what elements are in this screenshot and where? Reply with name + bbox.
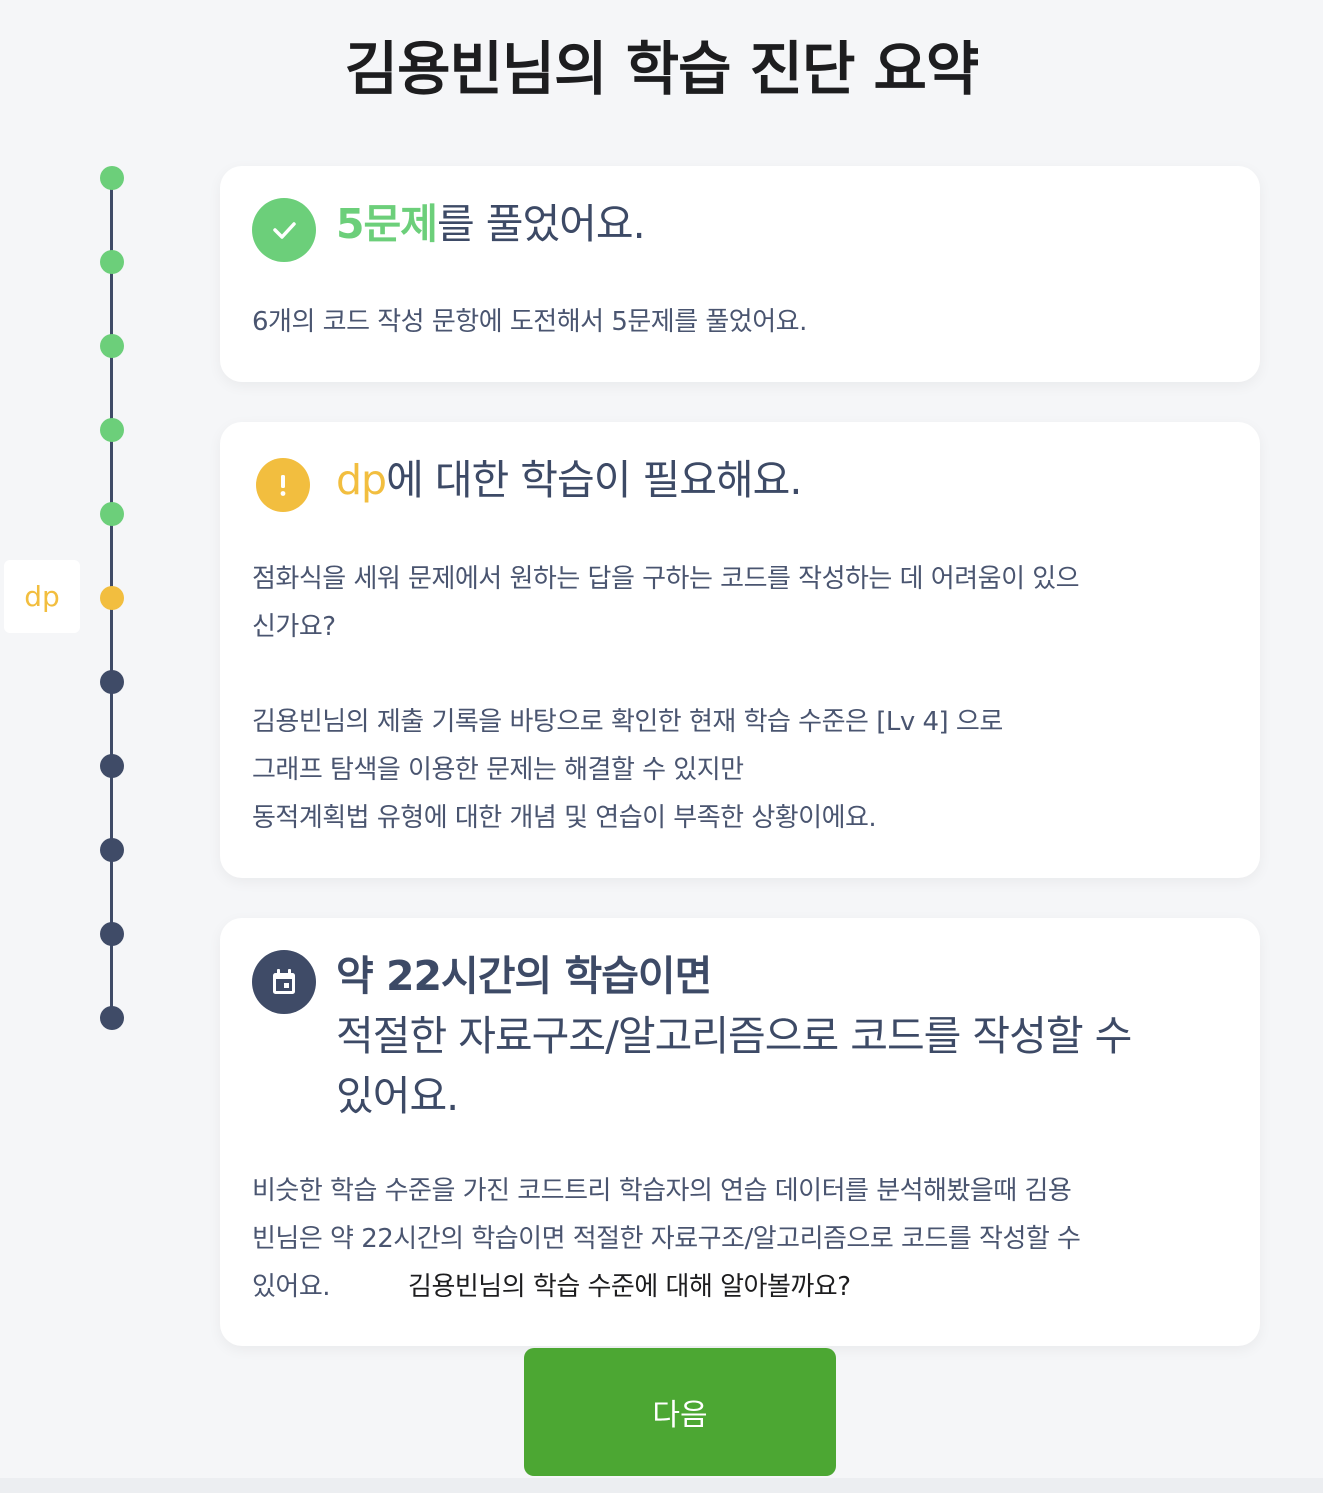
timeline-dot-complete xyxy=(100,418,124,442)
study-estimate-heading: 약 22시간의 학습이면 적절한 자료구조/알고리즘으로 코드를 작성할 수 있… xyxy=(336,952,1132,1120)
solved-count: 5문제 xyxy=(336,200,438,248)
timeline-dot-pending xyxy=(100,754,124,778)
weak-topic-name: dp xyxy=(336,456,387,504)
weak-topic-description: 점화식을 세워 문제에서 원하는 답을 구하는 코드를 작성하는 데 어려움이 … xyxy=(252,564,1080,833)
solved-summary-card: 5문제를 풀었어요. 6개의 코드 작성 문항에 도전해서 5문제를 풀었어요. xyxy=(220,166,1260,382)
solved-heading: 5문제를 풀었어요. xyxy=(336,200,646,248)
study-estimate-card: 약 22시간의 학습이면 적절한 자료구조/알고리즘으로 코드를 작성할 수 있… xyxy=(220,918,1260,1346)
timeline-dot-pending xyxy=(100,1006,124,1030)
study-estimate-description: 비슷한 학습 수준을 가진 코드트리 학습자의 연습 데이터를 분석해봤을때 김… xyxy=(252,1176,1081,1302)
timeline-dot-complete xyxy=(100,166,124,190)
next-button[interactable]: 다음 xyxy=(524,1348,836,1476)
exclamation-circle-icon xyxy=(256,458,310,512)
weak-topic-heading: dp에 대한 학습이 필요해요. xyxy=(336,456,802,504)
timeline-dot-complete xyxy=(100,250,124,274)
page-title: 김용빈님의 학습 진단 요약 xyxy=(344,35,980,103)
timeline-dot-current xyxy=(100,586,124,610)
current-topic-tag[interactable]: dp xyxy=(4,560,80,633)
timeline-dot-pending xyxy=(100,838,124,862)
timeline-dot-pending xyxy=(100,670,124,694)
solved-description: 6개의 코드 작성 문항에 도전해서 5문제를 풀었어요. xyxy=(252,307,807,337)
timeline-dot-complete xyxy=(100,502,124,526)
bottom-strip xyxy=(0,1478,1323,1493)
timeline-dot-complete xyxy=(100,334,124,358)
weak-topic-card: dp에 대한 학습이 필요해요. 점화식을 세워 문제에서 원하는 답을 구하는… xyxy=(220,422,1260,878)
calendar-icon xyxy=(252,950,316,1014)
level-intro-prompt: 김용빈님의 학습 수준에 대해 알아볼까요? xyxy=(408,1272,851,1302)
timeline-dot-pending xyxy=(100,922,124,946)
check-circle-icon xyxy=(252,198,316,262)
